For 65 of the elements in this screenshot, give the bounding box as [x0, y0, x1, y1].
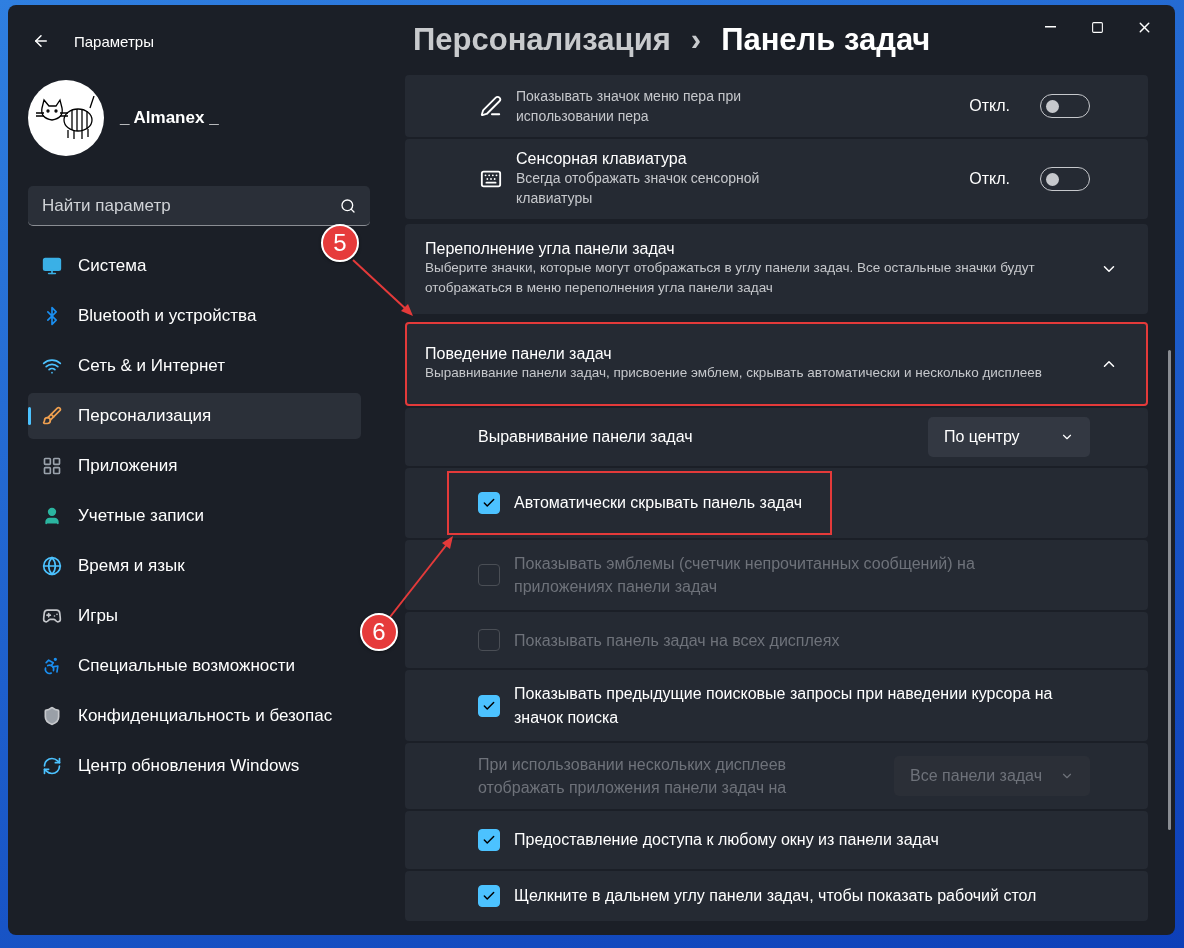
expander-description: Выберите значки, которые могут отображаться в углу панели задач. Все остальные значки будут отображаться в меню переполнения угла панели задач [425, 258, 1036, 297]
brush-icon [42, 406, 62, 426]
toggle-state: Откл. [969, 97, 1010, 115]
checkbox-option[interactable]: Предоставление доступа к любому окну из панели задач [447, 816, 969, 864]
annotation-arrow [352, 259, 413, 316]
sidebar-item[interactable]: Сеть & и Интернет [28, 343, 361, 389]
person-icon [42, 506, 62, 526]
globe-icon [42, 556, 62, 576]
breadcrumb-parent[interactable]: Персонализация [413, 22, 671, 58]
toggle-state: Откл. [969, 170, 1010, 188]
checkbox-label: Автоматически скрывать панель задач [514, 493, 802, 514]
wifi-icon [42, 356, 62, 376]
cat-drawing [36, 96, 96, 140]
setting-description: Всегда отображать значок сенсорной клавиатуры [516, 168, 761, 208]
breadcrumb-separator: › [690, 22, 702, 58]
search-field[interactable]: Найти параметр [28, 186, 370, 226]
step-number: 6 [360, 613, 398, 651]
sidebar-item[interactable]: Учетные записи [28, 493, 361, 539]
setting-title: Сенсорная клавиатура [516, 149, 688, 168]
expander-title: Поведение панели задач [425, 344, 613, 363]
expander-card[interactable]: Переполнение угла панели задач Выберите значки, которые могут отображаться в углу панели задач. Все остальные значки будут отображаться в меню переполнения угла панели задач [405, 224, 1148, 314]
monitor-icon [42, 256, 62, 276]
check-icon [482, 496, 496, 510]
sidebar-item[interactable]: Игры [28, 593, 361, 639]
setting-label: Выравнивание панели задач [477, 427, 693, 448]
minimize-icon [1045, 26, 1056, 28]
maximize-icon [1091, 20, 1104, 34]
checkbox-label: Показывать эмблемы (счетчик непрочитанных сообщений) на приложениях панели задач [514, 554, 976, 598]
shield-icon [42, 706, 62, 726]
scrollbar[interactable] [1168, 350, 1171, 830]
refresh-icon [42, 756, 62, 776]
user-name: _ Almanex _ [120, 108, 219, 128]
page-title: Панель задач [721, 22, 931, 58]
checkbox-label: Показывать панель задач на всех дисплеях [514, 630, 840, 651]
expander-description: Выравнивание панели задач, присвоение эмблем, скрывать автоматически и несколько дисплеев [425, 363, 1043, 382]
apps-icon [42, 456, 62, 476]
sidebar-item[interactable]: Специальные возможности [28, 643, 361, 689]
checkbox[interactable] [478, 828, 500, 851]
checkbox-option[interactable]: Щелкните в дальнем углу панели задач, чтобы показать рабочий стол [447, 872, 1067, 920]
checkbox-label: Показывать предыдущие поисковые запросы при наведении курсора на значок поиска [514, 684, 1054, 728]
sidebar-item[interactable]: Приложения [28, 443, 361, 489]
sidebar-item[interactable]: Конфиденциальность и безопас [28, 693, 361, 739]
checkbox[interactable] [478, 884, 500, 907]
accessibility-icon [42, 656, 62, 676]
sidebar-item[interactable]: Время и язык [28, 543, 361, 589]
window-title: Параметры [74, 32, 154, 50]
step-number: 5 [321, 224, 359, 262]
setting-description: Показывать значок меню пера при использовании пера [516, 86, 743, 126]
setting-label: При использовании нескольких дисплеев отображать приложения панели задач на [477, 754, 788, 798]
checkbox-label: Предоставление доступа к любому окну из панели задач [514, 830, 939, 851]
keyboard-icon [480, 168, 502, 190]
dropdown[interactable]: По центру [928, 417, 1090, 457]
checkbox-label: Щелкните в дальнем углу панели задач, чтобы показать рабочий стол [514, 886, 1037, 907]
expander-title: Переполнение угла панели задач [425, 239, 676, 258]
sidebar-item[interactable]: Центр обновления Windows [28, 743, 361, 789]
gamepad-icon [42, 606, 62, 626]
back-icon[interactable] [32, 32, 50, 50]
sidebar-item[interactable]: Bluetooth и устройства [28, 293, 361, 339]
checkbox-option[interactable]: Показывать предыдущие поисковые запросы при наведении курсора на значок поиска [447, 670, 1090, 741]
expander-card[interactable]: Поведение панели задач Выравнивание панели задач, присвоение эмблем, скрывать автоматически и несколько дисплеев [405, 322, 1148, 406]
pen-icon [480, 95, 502, 117]
checkbox[interactable] [478, 492, 500, 514]
search-icon[interactable] [340, 198, 356, 214]
sidebar-item[interactable]: Персонализация [28, 393, 361, 439]
checkbox[interactable] [478, 694, 500, 717]
